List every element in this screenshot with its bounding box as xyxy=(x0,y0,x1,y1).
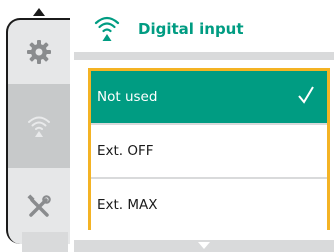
option-label: Ext. OFF xyxy=(97,143,154,159)
rail-footer xyxy=(22,232,68,252)
option-list: Not used Ext. OFF Ext. MAX xyxy=(88,68,330,231)
tools-icon xyxy=(27,194,51,217)
header-icon xyxy=(94,14,120,44)
header-divider xyxy=(74,52,334,60)
option-ext-off[interactable]: Ext. OFF xyxy=(91,125,327,177)
option-ext-max[interactable]: Ext. MAX xyxy=(91,179,327,231)
nav-settings[interactable] xyxy=(8,20,70,84)
option-label: Ext. MAX xyxy=(97,197,158,213)
option-not-used[interactable]: Not used xyxy=(91,71,327,123)
option-label: Not used xyxy=(97,89,158,105)
nav-interfaces[interactable] xyxy=(8,84,70,168)
checkmark-icon xyxy=(298,86,314,104)
wifi-signal-icon xyxy=(94,16,120,41)
page-title: Digital input xyxy=(138,20,244,38)
chevron-down-icon xyxy=(198,242,210,249)
gear-icon xyxy=(27,40,51,64)
chevron-up-icon xyxy=(33,8,45,16)
navigation-rail xyxy=(6,18,70,244)
scroll-down-button[interactable] xyxy=(74,240,334,252)
wifi-signal-icon xyxy=(28,116,50,137)
